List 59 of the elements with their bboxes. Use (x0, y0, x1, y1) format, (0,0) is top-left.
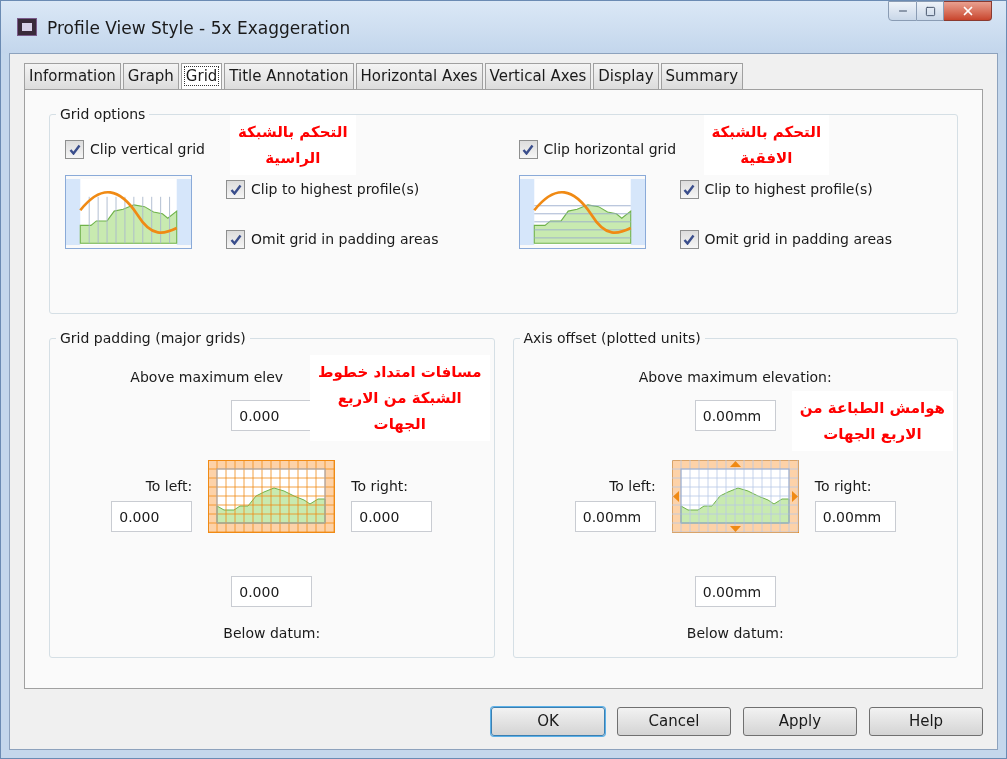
field-label: To left: (609, 477, 656, 496)
tab[interactable]: Title Annotation (224, 63, 354, 89)
annotation-note: التحكم بالشبكة الافقية (703, 115, 830, 175)
group-title: Axis offset (plotted units) (522, 329, 702, 348)
input-field[interactable]: 0.00mm (814, 501, 896, 532)
field-label: To right: (351, 477, 409, 496)
checkbox-label: Omit grid in padding areas (704, 230, 892, 249)
checkbox[interactable] (226, 180, 245, 199)
annotation-note: هوامش الطباعة من الاربع الجهات (791, 391, 953, 451)
app-icon (17, 18, 37, 36)
input-field[interactable]: 0.000 (111, 501, 193, 532)
tab[interactable]: Summary (660, 63, 744, 89)
group-title: Grid padding (major grids) (59, 329, 247, 348)
field-label: To right: (814, 477, 872, 496)
check-icon (522, 144, 534, 155)
checkbox[interactable] (65, 140, 84, 159)
tab[interactable]: Display (593, 63, 659, 89)
checkbox[interactable] (226, 230, 245, 249)
maximize-icon (924, 5, 936, 17)
field-label: Below datum: (223, 625, 321, 641)
tab[interactable]: Graph (122, 63, 179, 89)
tab[interactable]: Grid (180, 63, 223, 89)
input-field[interactable]: 0.00mm (694, 400, 776, 431)
maximize-button[interactable] (917, 1, 944, 21)
dialog-button[interactable]: OK (491, 707, 605, 736)
checkbox[interactable] (518, 140, 538, 159)
checkbox-label: Clip to highest profile(s) (251, 180, 420, 199)
checkbox-label: Clip horizontal grid (543, 140, 677, 159)
field-label: Above maximum elevation: (638, 369, 832, 385)
tab[interactable]: Vertical Axes (484, 63, 592, 89)
check-icon (683, 234, 695, 245)
tab[interactable]: Horizontal Axes (355, 63, 483, 89)
check-icon (229, 234, 242, 245)
input-field[interactable]: 0.000 (351, 501, 433, 532)
field-label: Above maximum elev (130, 369, 284, 385)
input-field[interactable]: 0.000 (231, 400, 313, 431)
dialog-button[interactable]: Apply (743, 707, 857, 736)
minimize-button[interactable] (888, 1, 917, 21)
dialog-button[interactable]: Cancel (617, 707, 731, 736)
field-label: To left: (145, 477, 193, 496)
input-field[interactable]: 0.00mm (574, 501, 656, 532)
close-button[interactable] (944, 1, 992, 21)
annotation-note: التحكم بالشبكة الراسية (230, 115, 356, 175)
group-title: Grid options (59, 105, 147, 124)
window-title: Profile View Style - 5x Exaggeration (47, 17, 351, 40)
tab[interactable]: Information (24, 63, 121, 89)
input-field[interactable]: 0.000 (231, 576, 313, 607)
checkbox-label: Clip vertical grid (90, 140, 205, 159)
checkbox[interactable] (679, 230, 699, 249)
checkbox-label: Clip to highest profile(s) (704, 180, 873, 199)
checkbox[interactable] (679, 180, 699, 199)
dialog-button[interactable]: Help (869, 707, 983, 736)
annotation-note: مسافات امتداد خطوط الشبكة من الاربع الجهات (309, 355, 490, 441)
check-icon (229, 184, 242, 195)
check-icon (683, 184, 695, 195)
checkbox-label: Omit grid in padding areas (251, 230, 439, 249)
input-field[interactable]: 0.00mm (694, 576, 776, 607)
check-icon (68, 144, 81, 155)
field-label: Below datum: (686, 625, 784, 641)
